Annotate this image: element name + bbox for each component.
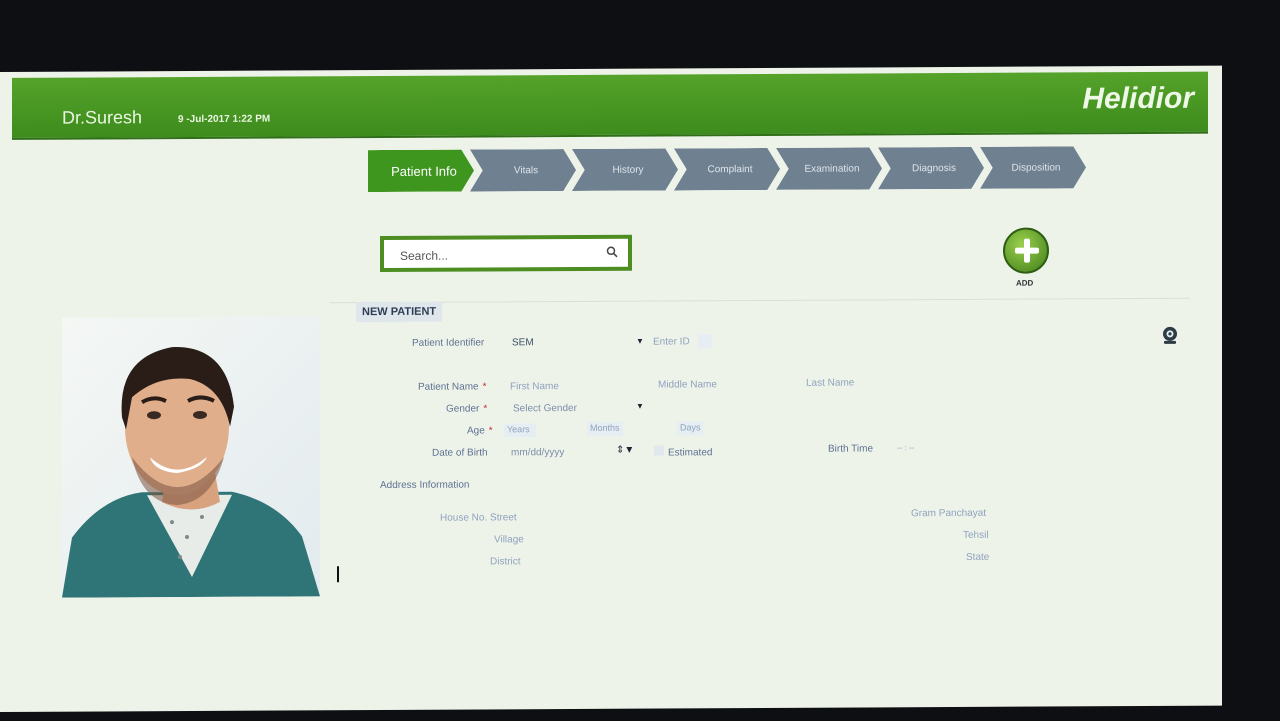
app-screen: Dr.Suresh 9 -Jul-2017 1:22 PM Helidior P… (0, 65, 1222, 712)
estimated-label: Estimated (668, 447, 713, 459)
years-input[interactable]: Years (507, 424, 530, 434)
step-disposition[interactable]: Disposition (980, 146, 1086, 189)
step-complaint[interactable]: Complaint (674, 148, 780, 191)
days-input[interactable]: Days (680, 422, 701, 432)
step-vitals[interactable]: Vitals (470, 149, 576, 192)
patient-name-label: Patient Name * (418, 381, 487, 393)
patient-identifier-label: Patient Identifier (412, 337, 485, 349)
birth-time-input[interactable]: -- : -- (897, 443, 914, 452)
brand-logo: Helidior (1082, 81, 1194, 116)
estimated-checkbox[interactable] (654, 445, 664, 456)
last-name-input[interactable]: Last Name (806, 378, 854, 389)
camera-icon[interactable] (1161, 326, 1179, 346)
search-box[interactable]: Search... (380, 234, 632, 273)
district-label: District (490, 556, 521, 568)
top-bar: Dr.Suresh 9 -Jul-2017 1:22 PM Helidior (12, 71, 1208, 140)
new-patient-tab[interactable]: NEW PATIENT (356, 301, 443, 323)
patient-photo[interactable] (62, 316, 320, 598)
address-information-header[interactable]: Address Information (380, 480, 470, 491)
first-name-input[interactable]: First Name (510, 381, 559, 392)
middle-name-input[interactable]: Middle Name (658, 379, 717, 390)
chevron-down-icon[interactable]: ▼ (636, 402, 644, 411)
search-input[interactable]: Search... (400, 249, 448, 263)
search-icon[interactable] (606, 246, 618, 258)
house-street-label: House No. Street (440, 512, 517, 524)
add-label: ADD (1016, 278, 1034, 288)
enter-id-field[interactable] (698, 334, 712, 349)
date-time: 9 -Jul-2017 1:22 PM (178, 113, 271, 126)
step-diagnosis[interactable]: Diagnosis (878, 147, 984, 190)
gram-panchayat-label: Gram Panchayat (911, 507, 987, 520)
chevron-down-icon[interactable]: ▼ (636, 337, 644, 346)
months-input[interactable]: Months (590, 423, 620, 433)
gender-select[interactable]: Select Gender (513, 403, 577, 414)
step-history[interactable]: History (572, 148, 678, 191)
birth-time-label: Birth Time (828, 443, 874, 455)
text-cursor (337, 566, 339, 583)
tehsil-label: Tehsil (963, 529, 989, 541)
step-patient-info[interactable]: Patient Info (368, 150, 474, 193)
patient-identifier-select[interactable]: SEM (512, 337, 534, 348)
date-of-birth-label: Date of Birth (432, 447, 488, 459)
gender-label: Gender * (446, 403, 488, 415)
doctor-name: Dr.Suresh (62, 107, 143, 128)
age-label: Age * (467, 425, 493, 437)
step-examination[interactable]: Examination (776, 147, 882, 190)
enter-id-input[interactable]: Enter ID (653, 336, 690, 347)
village-label: Village (494, 534, 524, 546)
date-of-birth-input[interactable]: mm/dd/yyyy (511, 447, 564, 458)
state-label: State (966, 551, 990, 563)
date-spinner-icon[interactable]: ⇕▼ (616, 445, 634, 456)
divider (330, 297, 1190, 304)
add-patient-button[interactable] (1003, 227, 1049, 274)
workflow-steps: Patient Info Vitals History Complaint Ex… (368, 146, 1088, 192)
